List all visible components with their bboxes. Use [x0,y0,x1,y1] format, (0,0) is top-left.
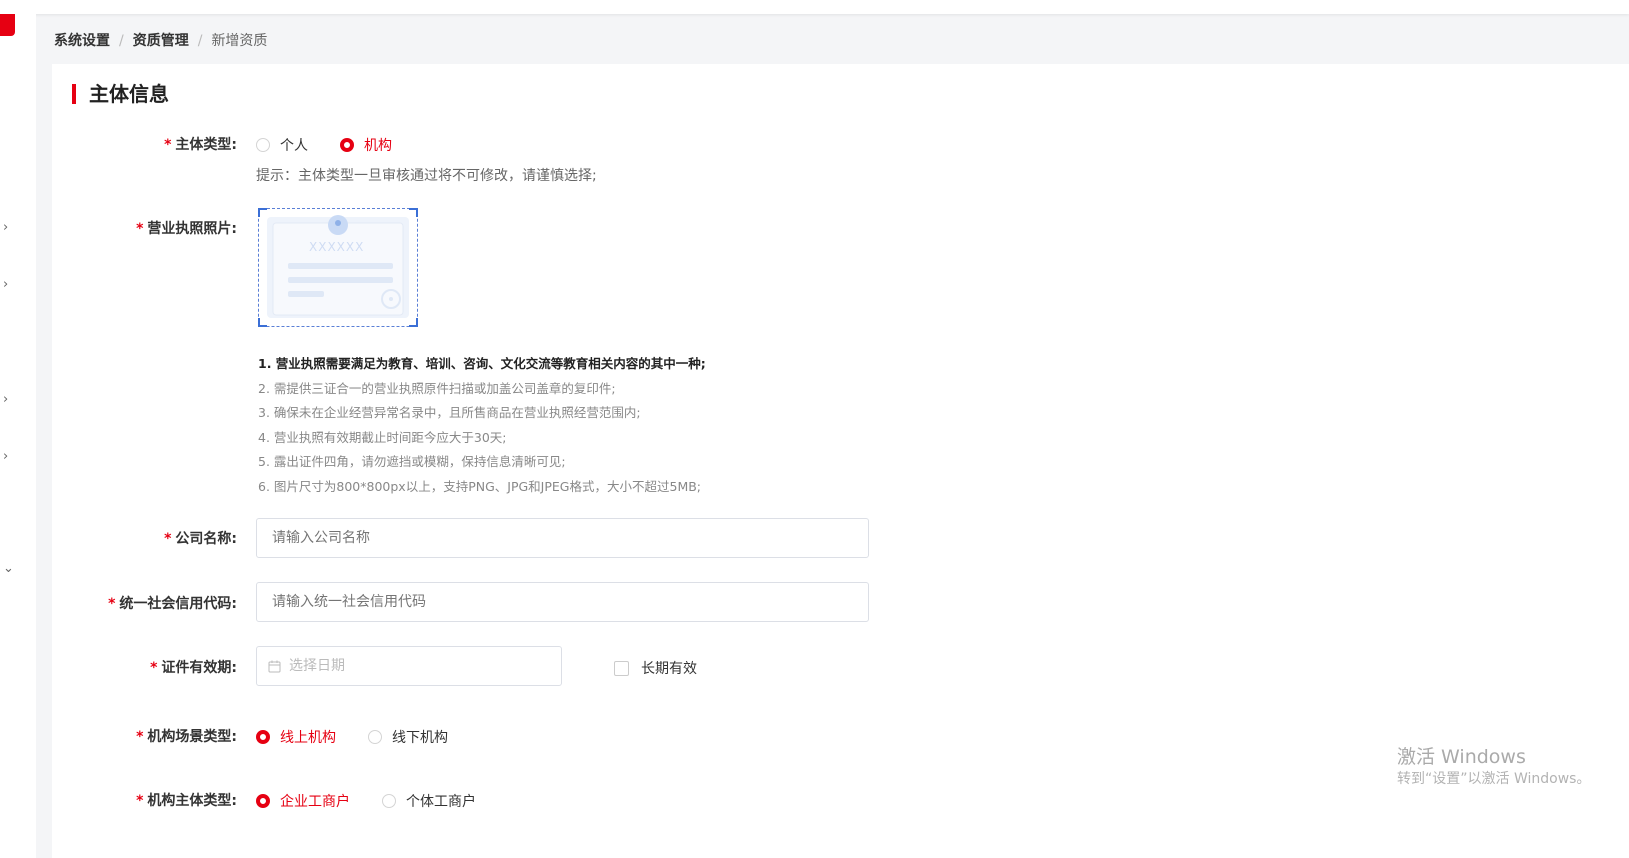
windows-activation-title: 激活 Windows [1397,746,1526,768]
chevron-right-icon[interactable]: › [3,221,17,235]
validity-date-picker[interactable]: 选择日期 [256,646,562,686]
scene-type-label-text: 机构场景类型: [147,729,237,745]
entity-type-label: * 机构主体类型: [136,790,237,810]
license-upload-box[interactable]: XXXXXX [258,208,418,327]
sidebar-brand-mark [0,14,15,36]
calendar-icon [268,660,281,672]
radio-circle[interactable] [256,794,270,808]
radio-label: 个体工商户 [406,794,476,810]
required-mark: * [150,660,158,676]
radio-circle[interactable] [382,794,396,808]
radio-label: 线上机构 [280,730,336,746]
company-name-label: * 公司名称: [164,528,237,548]
scene-type-radio-offline[interactable]: 线下机构 [368,727,448,747]
section-title-text: 主体信息 [89,82,169,106]
radio-label: 个人 [280,138,308,154]
required-mark: * [136,221,144,237]
radio-circle[interactable] [340,138,354,152]
scene-type-radio-online[interactable]: 线上机构 [256,727,336,747]
chevron-right-icon[interactable]: › [3,393,17,407]
sidebar: › › › › ⌄ [0,14,36,858]
credit-code-label: * 统一社会信用代码: [108,593,237,613]
checkbox-box[interactable] [614,660,629,676]
entity-type-radio-individual[interactable]: 个体工商户 [382,791,476,811]
subject-type-radio-org[interactable]: 机构 [340,135,392,155]
breadcrumb-item[interactable]: 系统设置 [54,30,110,50]
subject-type-hint: 提示：主体类型一旦审核通过将不可修改，请谨慎选择; [256,168,597,184]
license-requirement-note: 5. 露出证件四角，请勿遮挡或模糊，保持信息清晰可见; [258,454,566,469]
license-requirement-note: 6. 图片尺寸为800*800px以上，支持PNG、JPG和JPEG格式，大小不… [258,479,702,494]
validity-date-placeholder: 选择日期 [289,658,345,674]
entity-type-label-text: 机构主体类型: [147,793,237,809]
license-requirement-note: 3. 确保未在企业经营异常名录中，且所售商品在营业执照经营范围内; [258,405,641,420]
breadcrumb: 系统设置 / 资质管理 / 新增资质 [54,30,267,50]
required-mark: * [164,531,172,547]
radio-label: 线下机构 [392,730,448,746]
required-mark: * [136,793,144,809]
chevron-right-icon[interactable]: › [3,450,17,464]
required-mark: * [136,729,144,745]
license-photo-label-text: 营业执照照片: [147,221,237,237]
breadcrumb-current: 新增资质 [211,33,268,49]
upload-corner-marks [258,208,418,327]
company-name-input[interactable] [256,518,869,558]
credit-code-label-text: 统一社会信用代码: [119,596,237,612]
long-term-label: 长期有效 [641,661,697,677]
chevron-right-icon[interactable]: › [3,278,17,292]
radio-label: 机构 [364,138,392,154]
required-mark: * [108,596,116,612]
windows-activation-subtitle: 转到“设置”以激活 Windows。 [1397,771,1591,787]
entity-type-radio-enterprise[interactable]: 企业工商户 [256,791,350,811]
license-requirement-note: 4. 营业执照有效期截止时间距今应大于30天; [258,430,507,445]
validity-label: * 证件有效期: [150,657,237,677]
license-requirement-note: 2. 需提供三证合一的营业执照原件扫描或加盖公司盖章的复印件; [258,381,616,396]
breadcrumb-separator: / [119,33,124,49]
validity-label-text: 证件有效期: [161,660,237,676]
radio-circle[interactable] [256,138,270,152]
section-accent-bar [72,84,76,104]
scene-type-label: * 机构场景类型: [136,726,237,746]
section-title: 主体信息 [72,78,169,107]
company-name-label-text: 公司名称: [175,531,237,547]
license-photo-label: * 营业执照照片: [136,218,237,238]
radio-circle[interactable] [256,730,270,744]
license-requirement-note: 1. 营业执照需要满足为教育、培训、咨询、文化交流等教育相关内容的其中一种; [258,356,706,371]
radio-circle[interactable] [368,730,382,744]
long-term-checkbox[interactable]: 长期有效 [614,658,697,678]
subject-type-radio-personal[interactable]: 个人 [256,135,308,155]
required-mark: * [164,137,172,153]
breadcrumb-item[interactable]: 资质管理 [133,30,189,50]
radio-label: 企业工商户 [280,794,350,810]
breadcrumb-separator: / [197,33,203,49]
chevron-down-icon[interactable]: ⌄ [3,562,17,576]
form-panel: 主体信息 * 主体类型: 个人 机构 提示：主体类型一旦审核通过将不可修改，请谨慎… [52,64,1629,858]
credit-code-input[interactable] [256,582,869,622]
subject-type-label-text: 主体类型: [175,137,237,153]
top-bar [0,0,1629,14]
subject-type-label: * 主体类型: [164,134,237,154]
